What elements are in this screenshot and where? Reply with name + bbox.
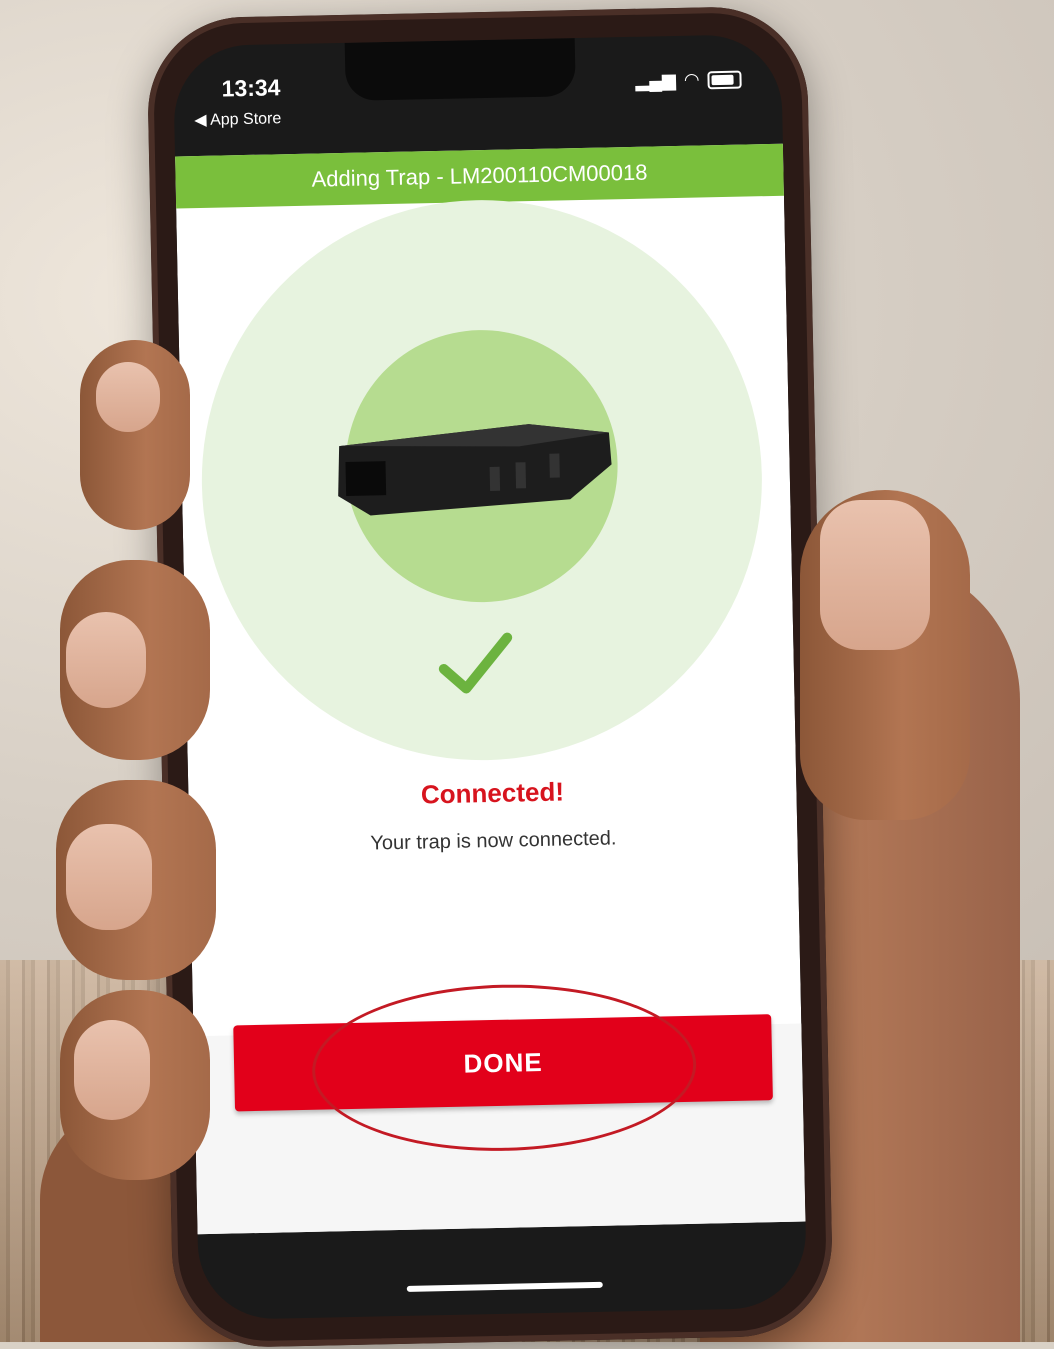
- back-to-app-store[interactable]: ◀ App Store: [194, 108, 281, 130]
- status-time: 13:34: [221, 74, 281, 102]
- done-button[interactable]: DONE: [233, 1014, 773, 1112]
- connected-message: Your trap is now connected.: [370, 827, 617, 855]
- left-finger-4-nail: [74, 1020, 150, 1120]
- signal-icon: ▂▄▆: [635, 69, 677, 91]
- phone-device: 13:34 ◀ App Store ▂▄▆ ◠ Adding Trap - LM…: [146, 5, 834, 1349]
- phone-notch: [344, 38, 576, 101]
- wifi-icon: ◠: [683, 69, 700, 90]
- left-finger-1-nail: [96, 362, 160, 432]
- thumb-nail: [820, 500, 930, 650]
- phone-screen: 13:34 ◀ App Store ▂▄▆ ◠ Adding Trap - LM…: [172, 33, 808, 1321]
- status-icons: ▂▄▆ ◠: [635, 69, 742, 92]
- left-finger-2-nail: [66, 612, 146, 708]
- home-indicator[interactable]: [406, 1281, 603, 1292]
- connected-title: Connected!: [420, 776, 565, 810]
- check-icon: [438, 632, 513, 694]
- left-finger-3-nail: [66, 824, 152, 930]
- battery-icon: [707, 70, 742, 89]
- page-title: Adding Trap - LM200110CM00018: [175, 143, 784, 209]
- trap-device-icon: [338, 424, 612, 516]
